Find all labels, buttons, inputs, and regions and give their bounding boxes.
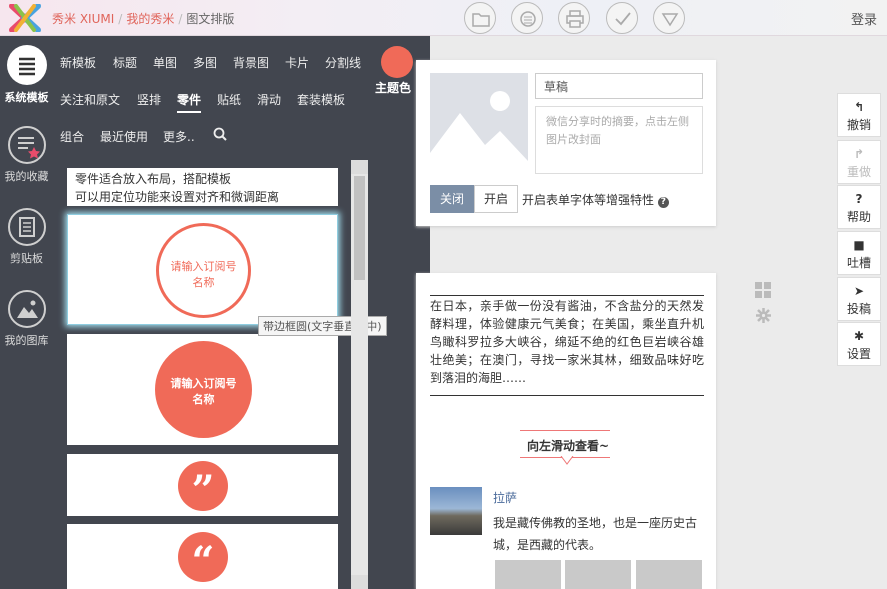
open-button[interactable]	[464, 2, 496, 34]
scroll-thumb[interactable]	[354, 176, 365, 280]
submit-button[interactable]: ➤ 投稿	[837, 277, 881, 321]
xiumi-logo[interactable]	[8, 4, 42, 32]
scroll-up-arrow[interactable]	[351, 160, 368, 174]
rail-system-templates[interactable]: 系统模板	[0, 45, 53, 105]
summary-textarea[interactable]: 微信分享时的摘要，点击左侧图片改封面	[535, 106, 703, 174]
category-stickers[interactable]: 贴纸	[217, 91, 241, 108]
location-photo[interactable]	[430, 487, 482, 535]
divider	[430, 395, 704, 396]
location-name[interactable]: 拉萨	[493, 489, 517, 506]
dropdown-icon	[661, 13, 679, 27]
help-button[interactable]: ? 帮助	[837, 185, 881, 229]
category-title[interactable]: 标题	[113, 54, 137, 71]
check-button[interactable]	[606, 2, 638, 34]
swipe-hint: 向左滑动查看~	[527, 439, 610, 453]
cover-image[interactable]	[430, 73, 528, 173]
template-bordered-circle[interactable]: 请输入订阅号 名称	[67, 214, 338, 325]
template-close-quote[interactable]: ”	[67, 454, 338, 516]
toggle-off-button[interactable]: 关闭	[430, 185, 474, 213]
category-background[interactable]: 背景图	[233, 54, 269, 71]
category-slide[interactable]: 滑动	[257, 91, 281, 108]
favorite-icon	[7, 126, 46, 164]
save-icon	[520, 11, 536, 27]
gallery-photo[interactable]	[636, 560, 702, 589]
help-icon[interactable]: ?	[657, 197, 669, 208]
breadcrumb-mine[interactable]: 我的秀米	[126, 12, 174, 26]
question-icon: ?	[855, 192, 863, 206]
toggle-on-button[interactable]: 开启	[474, 185, 518, 213]
settings-icon: ✱	[853, 329, 865, 343]
more-button[interactable]	[653, 2, 685, 34]
parts-intro: 零件适合放入布局，搭配模板 可以用定位功能来设置对齐和微调距离	[67, 168, 338, 206]
intro-line: 可以用定位功能来设置对齐和微调距离	[75, 190, 280, 204]
send-icon: ➤	[853, 284, 865, 298]
rail-label: 我的收藏	[4, 170, 49, 183]
feedback-button[interactable]: ■ 吐槽	[837, 231, 881, 275]
category-new[interactable]: 新模板	[60, 54, 96, 71]
redo-icon: ↱	[853, 147, 865, 161]
gallery-photo[interactable]	[495, 560, 561, 589]
image-icon	[7, 290, 46, 328]
image-placeholder-icon	[430, 91, 528, 173]
category-parts[interactable]: 零件	[177, 91, 202, 113]
rail-label: 我的图库	[4, 334, 49, 347]
search-icon[interactable]	[213, 127, 227, 141]
undo-icon: ↰	[853, 100, 865, 114]
breadcrumb: 秀米 XIUMI / 我的秀米 / 图文排版	[52, 12, 235, 26]
speech-tail	[560, 456, 574, 465]
comment-icon: ■	[853, 238, 865, 252]
template-open-quote[interactable]: “	[67, 524, 338, 589]
rail-clipboard[interactable]: 剪贴板	[0, 208, 53, 266]
login-link[interactable]: 登录	[851, 9, 877, 28]
menu-icon	[6, 45, 47, 85]
article-body[interactable]: 在日本，亲手做一份没有酱油，不含盐分的天然发酵料理，体验健康元气美食；在美国，乘…	[430, 295, 704, 387]
category-vertical[interactable]: 竖排	[137, 91, 161, 108]
intro-line: 零件适合放入布局，搭配模板	[75, 172, 232, 186]
article-title-input[interactable]: 草稿	[535, 73, 703, 99]
rail-favorites[interactable]: 我的收藏	[0, 126, 53, 184]
grid-icon[interactable]	[755, 282, 771, 298]
rail-label: 剪贴板	[10, 252, 43, 265]
settings-button[interactable]: ✱ 设置	[837, 322, 881, 366]
category-combo[interactable]: 组合	[60, 128, 84, 145]
category-card[interactable]: 卡片	[285, 54, 309, 71]
clipboard-icon	[7, 208, 46, 246]
close-quote-icon: ”	[178, 461, 228, 514]
bordered-circle: 请输入订阅号 名称	[156, 223, 251, 318]
gear-icon[interactable]	[756, 308, 771, 323]
panel-scrollbar[interactable]	[351, 160, 368, 589]
enhance-toggle-label: 开启表单字体等增强特性 ?	[522, 191, 669, 208]
breadcrumb-current: 图文排版	[186, 12, 235, 26]
location-description[interactable]: 我是藏传佛教的圣地，也是一座历史古城，是西藏的代表。	[493, 512, 708, 556]
redo-button[interactable]: ↱ 重做	[837, 140, 881, 184]
print-button[interactable]	[558, 2, 590, 34]
category-single-image[interactable]: 单图	[153, 54, 177, 71]
category-suite[interactable]: 套装模板	[297, 91, 345, 108]
category-follow[interactable]: 关注和原文	[60, 91, 120, 108]
print-icon	[566, 10, 584, 28]
theme-color-label: 主题色	[375, 81, 412, 95]
theme-color-swatch[interactable]	[381, 46, 413, 78]
check-icon	[615, 12, 631, 26]
template-filled-circle[interactable]: 请输入订阅号 名称	[67, 334, 338, 445]
category-recent[interactable]: 最近使用	[100, 128, 148, 145]
category-divider[interactable]: 分割线	[325, 54, 361, 71]
rail-gallery[interactable]: 我的图库	[0, 290, 53, 348]
rail-label: 系统模板	[4, 91, 49, 104]
gallery-photo[interactable]	[565, 560, 631, 589]
open-quote-icon: “	[178, 532, 228, 585]
scroll-down-arrow[interactable]	[351, 575, 368, 589]
save-button[interactable]	[511, 2, 543, 34]
category-more[interactable]: 更多..	[163, 128, 195, 145]
filled-circle: 请输入订阅号 名称	[155, 341, 252, 438]
folder-icon	[472, 13, 490, 27]
breadcrumb-home[interactable]: 秀米 XIUMI	[52, 12, 114, 26]
category-multi-image[interactable]: 多图	[193, 54, 217, 71]
undo-button[interactable]: ↰ 撤销	[837, 93, 881, 137]
